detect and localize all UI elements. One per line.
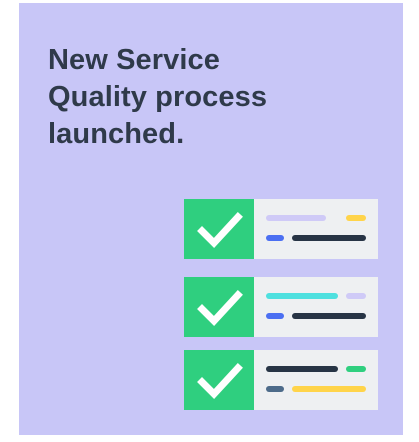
placeholder-bar [346,293,366,299]
placeholder-bar [292,235,366,241]
placeholder-bar [266,235,284,241]
placeholder-lines-panel [254,199,378,259]
placeholder-bar [266,293,338,299]
placeholder-bar [346,366,366,372]
placeholder-lines-panel [254,350,378,410]
check-mark-icon [197,290,243,327]
placeholder-bar [266,215,326,221]
placeholder-lines-panel [254,277,378,337]
placeholder-bar [346,215,366,221]
placeholder-bar [266,386,284,392]
headline: New Service Quality process launched. [48,44,268,150]
checklist-row [184,277,378,337]
placeholder-bar [292,386,366,392]
check-tile [184,199,254,259]
checklist-row [184,199,378,259]
check-tile [184,277,254,337]
placeholder-bar [266,313,284,319]
check-mark-icon [197,212,243,249]
checklist-row [184,350,378,410]
checklist-illustration [184,199,378,413]
placeholder-bar [292,313,366,319]
placeholder-bar [266,366,338,372]
check-mark-icon [197,363,243,400]
check-tile [184,350,254,410]
